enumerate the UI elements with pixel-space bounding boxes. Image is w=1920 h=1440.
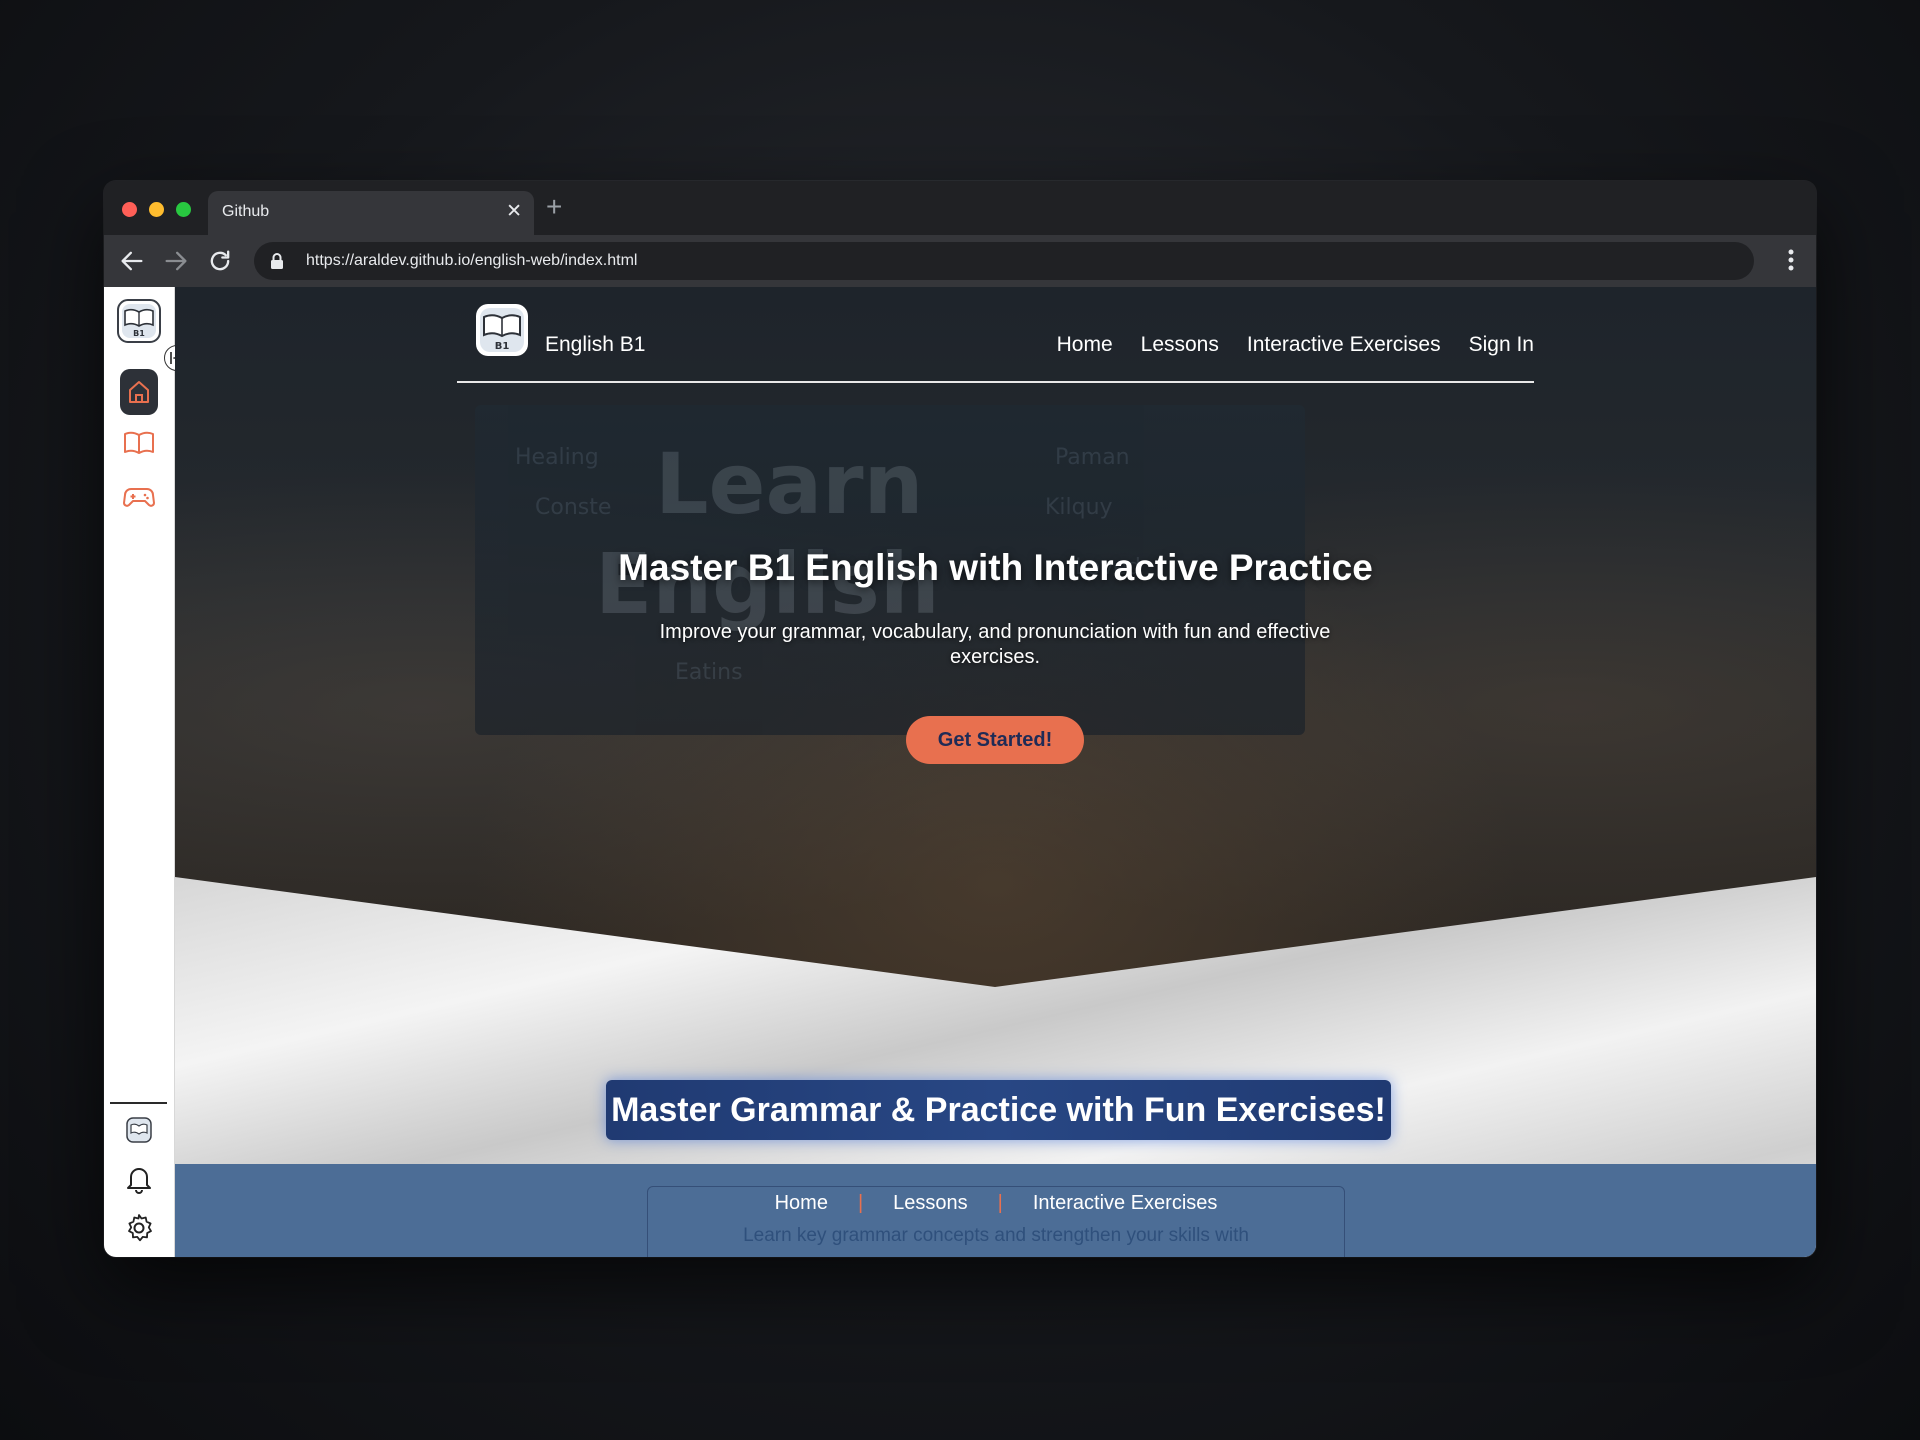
tab-bar: Github ✕ + <box>104 181 1816 235</box>
gear-icon[interactable] <box>124 1213 154 1243</box>
browser-toolbar: https://araldev.github.io/english-web/in… <box>104 235 1816 287</box>
footer-card: Home | Lessons | Interactive Exercises L… <box>647 1186 1345 1257</box>
footer-description: Learn key grammar concepts and strengthe… <box>743 1225 1249 1246</box>
site-header: B1 English B1 Home Lessons Interactive E… <box>457 303 1534 383</box>
logo-small-icon[interactable] <box>126 1117 152 1143</box>
sidebar-divider <box>110 1102 167 1104</box>
bell-icon[interactable] <box>125 1164 153 1194</box>
brand-logo-label: B1 <box>495 341 510 352</box>
sidebar-logo-icon[interactable]: B1 <box>117 299 161 343</box>
nav-link-lessons[interactable]: Lessons <box>1141 333 1219 357</box>
website-main: Learn English Healing Kilquy Loved Eatin… <box>175 287 1816 1257</box>
footer-links: Home | Lessons | Interactive Exercises <box>648 1192 1344 1215</box>
reload-icon[interactable] <box>206 247 234 275</box>
site-nav-links: Home Lessons Interactive Exercises Sign … <box>1057 333 1534 357</box>
tab-title: Github <box>222 203 270 220</box>
browser-menu-icon[interactable] <box>1788 248 1794 272</box>
app-sidebar: B1 <box>104 287 190 1257</box>
hero-title: Master B1 English with Interactive Pract… <box>618 547 1373 588</box>
gamepad-icon[interactable] <box>123 485 155 509</box>
brand-logo-icon[interactable]: B1 <box>475 303 529 357</box>
maximize-window-button[interactable] <box>176 202 191 217</box>
new-tab-button[interactable]: + <box>546 193 562 221</box>
sidebar-item-home[interactable] <box>120 369 158 415</box>
footer-section: Home | Lessons | Interactive Exercises L… <box>175 1164 1816 1257</box>
footer-separator: | <box>997 1192 1003 1214</box>
home-icon <box>129 381 149 403</box>
minimize-window-button[interactable] <box>149 202 164 217</box>
nav-link-interactive-exercises[interactable]: Interactive Exercises <box>1247 333 1441 357</box>
brand-name[interactable]: English B1 <box>545 333 645 357</box>
url-text: https://araldev.github.io/english-web/in… <box>306 252 638 269</box>
close-window-button[interactable] <box>122 202 137 217</box>
footer-separator: | <box>857 1192 864 1214</box>
footer-link-lessons[interactable]: Lessons <box>893 1192 968 1215</box>
hero-subtitle: Improve your grammar, vocabulary, and pr… <box>659 621 1331 668</box>
footer-link-home[interactable]: Home <box>775 1192 828 1215</box>
lock-icon <box>271 253 283 269</box>
nav-link-home[interactable]: Home <box>1057 333 1113 357</box>
book-icon[interactable] <box>123 430 155 456</box>
sidebar-logo-label: B1 <box>133 329 145 338</box>
section-banner: Master Grammar & Practice with Fun Exerc… <box>606 1080 1391 1140</box>
back-arrow-icon[interactable] <box>118 247 146 275</box>
browser-tab[interactable]: Github ✕ <box>208 191 534 235</box>
browser-window: Github ✕ + https://araldev.github.io/eng… <box>104 181 1816 1257</box>
page-content: B1 Learn English Healing Kilquy Loved Ea… <box>104 287 1816 1257</box>
address-bar[interactable]: https://araldev.github.io/english-web/in… <box>254 242 1754 280</box>
nav-link-sign-in[interactable]: Sign In <box>1469 333 1534 357</box>
forward-arrow-icon[interactable] <box>162 247 190 275</box>
footer-link-interactive-exercises[interactable]: Interactive Exercises <box>1033 1192 1218 1215</box>
get-started-button[interactable]: Get Started! <box>906 716 1084 764</box>
tab-close-icon[interactable]: ✕ <box>506 201 522 223</box>
